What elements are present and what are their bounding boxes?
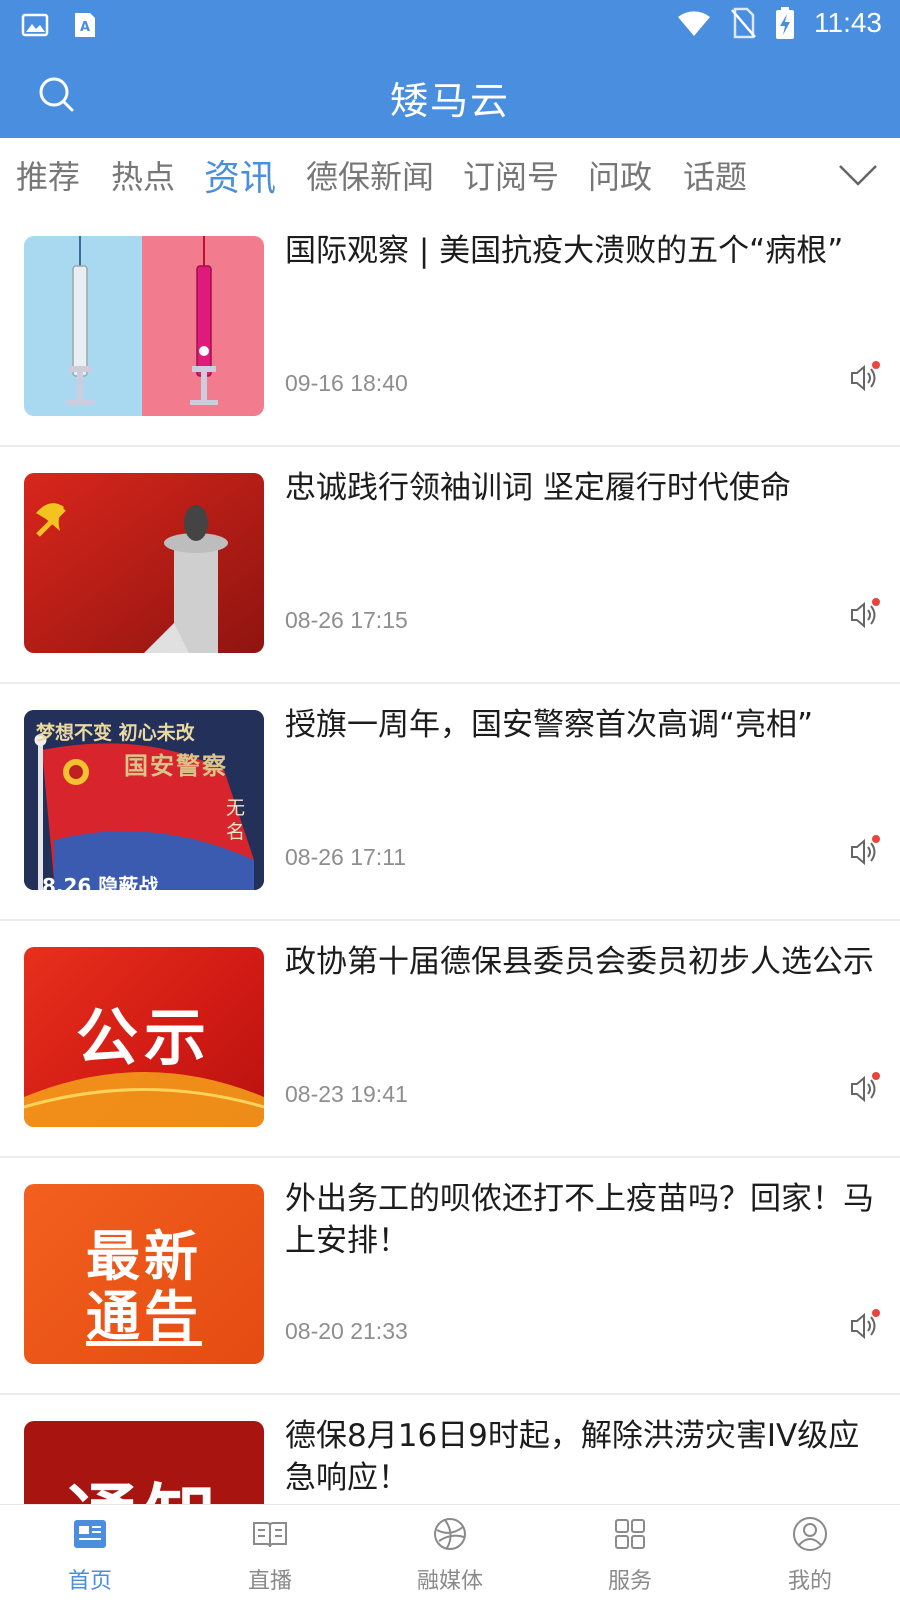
news-title[interactable]: 国际观察 | 美国抗疫大溃败的五个“病根” (285, 230, 875, 272)
news-thumbnail[interactable]: 梦想不变 初心未改 国安警察 无名 8.26 隐蔽战 (24, 710, 264, 890)
party-flag-image (24, 473, 264, 653)
thumb-caption-line2: 国安警察 (124, 752, 228, 780)
app-title: 矮马云 (389, 79, 510, 123)
news-time: 08-26 17:15 (285, 607, 408, 633)
tab-news[interactable]: 资讯 (204, 149, 276, 201)
category-tabs: 推荐 热点 资讯 德保新闻 订阅号 问政 话题 (0, 138, 900, 210)
speaker-icon[interactable] (846, 1308, 882, 1344)
tab-inquiry[interactable]: 问政 (588, 152, 652, 198)
nav-label: 融媒体 (416, 1569, 483, 1594)
news-title[interactable]: 德保8月16日9时起，解除洪涝灾害IV级应急响应！ (285, 1415, 875, 1499)
speaker-icon[interactable] (846, 597, 882, 633)
bottom-navigation: 首页 直播 融媒体 服务 我的 (0, 1504, 900, 1600)
news-thumbnail[interactable]: 最新 通告 (24, 1184, 264, 1364)
tab-recommend[interactable]: 推荐 (16, 152, 80, 198)
speaker-icon[interactable] (846, 1071, 882, 1107)
thumb-caption-side: 无名 (226, 797, 246, 843)
news-title[interactable]: 忠诚践行领袖训词 坚定履行时代使命 (285, 467, 875, 509)
news-title[interactable]: 外出务工的呗侬还打不上疫苗吗？回家！马上安排！ (285, 1178, 875, 1262)
speaker-icon[interactable] (846, 360, 882, 396)
thumb-caption-line1: 梦想不变 初心未改 (36, 722, 195, 744)
tab-subscriptions[interactable]: 订阅号 (463, 152, 559, 198)
thumb-caption-main: 公示 (75, 1001, 212, 1074)
tab-debao-news[interactable]: 德保新闻 (306, 152, 434, 198)
nav-label: 直播 (247, 1569, 292, 1594)
news-item[interactable]: 梦想不变 初心未改 国安警察 无名 8.26 隐蔽战 授旗一周年，国安警察首次高… (0, 684, 900, 921)
status-time: 11:43 (814, 7, 882, 38)
news-time: 08-23 19:41 (285, 1081, 408, 1107)
news-thumbnail[interactable] (24, 236, 264, 416)
status-bar: A 11:43 (0, 0, 900, 48)
nav-media[interactable]: 融媒体 (360, 1505, 540, 1600)
nav-services[interactable]: 服务 (540, 1505, 720, 1600)
news-item[interactable]: 忠诚践行领袖训词 坚定履行时代使命 08-26 17:15 (0, 447, 900, 684)
news-icon (74, 1520, 106, 1548)
text-notification-icon: A (75, 13, 95, 37)
thumb-caption-bottom: 8.26 隐蔽战 (42, 874, 159, 890)
status-right-icons: 11:43 (676, 6, 882, 40)
gallery-notification-icon (21, 13, 49, 37)
news-title[interactable]: 授旗一周年，国安警察首次高调“亮相” (285, 704, 875, 746)
wifi-icon (678, 11, 710, 36)
grid-icon (615, 1519, 645, 1549)
news-time: 09-16 18:40 (285, 370, 408, 396)
news-item[interactable]: 公示 政协第十届德保县委员会委员初步人选公示 08-23 19:41 (0, 921, 900, 1158)
syringe-image (24, 236, 264, 416)
globe-icon (434, 1518, 466, 1550)
nav-label: 首页 (67, 1569, 112, 1594)
news-thumbnail[interactable]: 公示 (24, 947, 264, 1127)
news-item[interactable]: 最新 通告 外出务工的呗侬还打不上疫苗吗？回家！马上安排！ 08-20 21:3… (0, 1158, 900, 1395)
status-left-icons: A (20, 10, 100, 40)
chevron-down-icon[interactable] (836, 160, 880, 190)
news-time: 08-20 21:33 (285, 1318, 408, 1344)
battery-charging-icon (776, 7, 794, 39)
tab-topics[interactable]: 话题 (683, 152, 747, 198)
nav-home[interactable]: 首页 (0, 1505, 180, 1600)
book-icon (253, 1522, 287, 1548)
user-icon (793, 1517, 827, 1551)
nav-live[interactable]: 直播 (180, 1505, 360, 1600)
thumb-caption-line2: 通告 (86, 1285, 202, 1348)
news-time: 08-26 17:11 (285, 844, 407, 870)
top-bar: A 11:43 矮马云 (0, 0, 900, 138)
news-thumbnail[interactable] (24, 473, 264, 653)
no-sim-icon (731, 7, 756, 39)
app-header: 矮马云 (0, 56, 900, 132)
tab-hot[interactable]: 热点 (111, 152, 175, 198)
news-title[interactable]: 政协第十届德保县委员会委员初步人选公示 (285, 941, 875, 983)
nav-profile[interactable]: 我的 (720, 1505, 900, 1600)
nav-label: 服务 (607, 1569, 652, 1594)
nav-label: 我的 (787, 1569, 832, 1594)
news-item[interactable]: 国际观察 | 美国抗疫大溃败的五个“病根” 09-16 18:40 (0, 210, 900, 447)
svg-text:A: A (80, 20, 90, 35)
speaker-icon[interactable] (846, 834, 882, 870)
